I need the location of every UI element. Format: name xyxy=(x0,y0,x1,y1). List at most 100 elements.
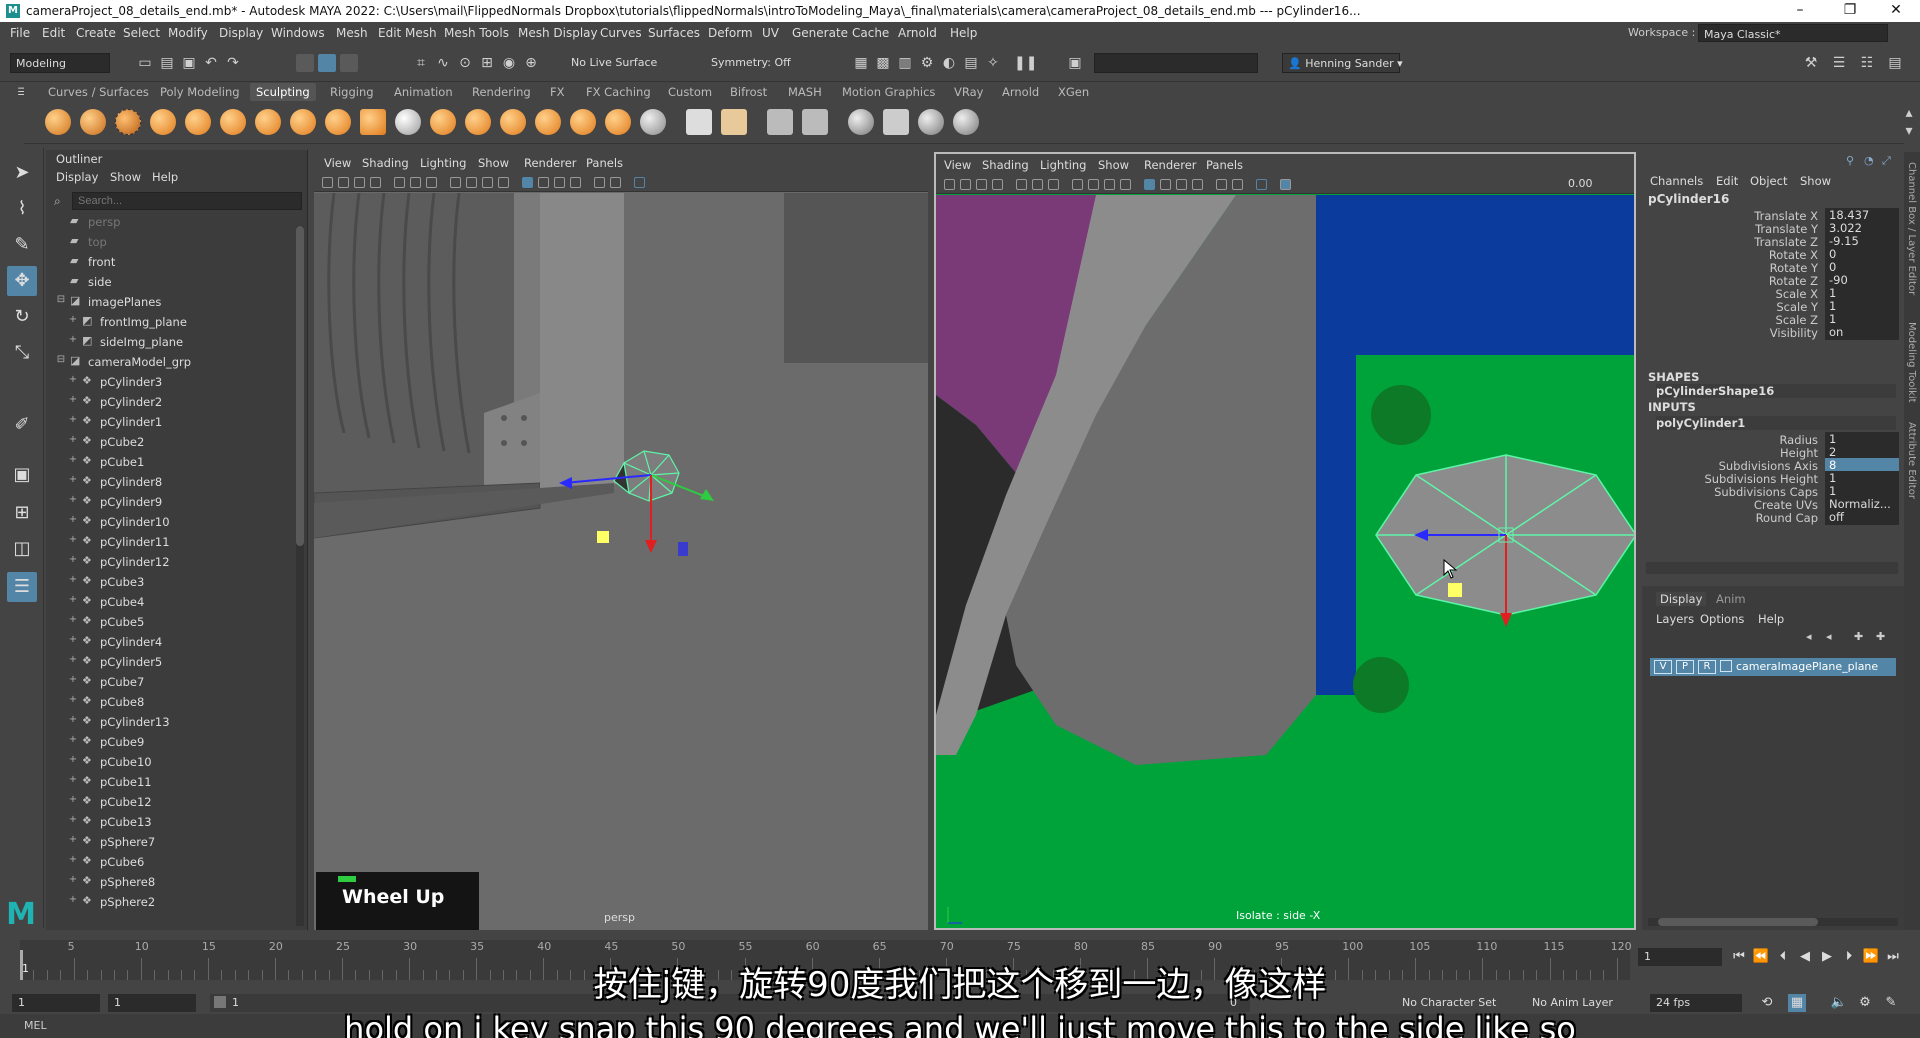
attribute-editor-icon[interactable]: ☰ xyxy=(1830,54,1848,72)
viewport-menu-renderer[interactable]: Renderer xyxy=(524,156,577,170)
menu-select[interactable]: Select xyxy=(123,26,160,40)
new-layer-selected-icon[interactable]: ✚ xyxy=(1876,630,1885,643)
outliner-item[interactable]: + ❖ pCylinder9 xyxy=(46,492,296,512)
shelf-tab-poly-modeling[interactable]: Poly Modeling xyxy=(160,85,240,99)
lasso-tool-icon[interactable]: ⌇ xyxy=(7,194,37,224)
expand-icon[interactable]: + xyxy=(68,715,78,725)
snap-view-icon[interactable]: ⊞ xyxy=(478,54,496,72)
pause-viewport-icon[interactable]: ❚❚ xyxy=(1014,54,1037,72)
use-lights-icon[interactable] xyxy=(538,177,549,188)
outliner-item[interactable]: + ❖ pCube12 xyxy=(46,792,296,812)
input-node-name[interactable]: polyCylinder1 xyxy=(1656,416,1896,430)
shelf-tab-rigging[interactable]: Rigging xyxy=(330,85,374,99)
menu-mesh[interactable]: Mesh xyxy=(336,26,368,40)
pose-editor-icon[interactable] xyxy=(883,109,909,135)
side-tab-attribute-editor[interactable]: Attribute Editor xyxy=(1906,422,1917,499)
render-settings-icon[interactable]: ⚙ xyxy=(918,54,936,72)
rotate-tool-icon[interactable]: ↻ xyxy=(7,302,37,332)
channel-attribute-row[interactable]: Round Cap off xyxy=(1642,510,1902,526)
channel-box-icon[interactable]: ▤ xyxy=(1886,54,1904,72)
outliner-item[interactable]: + ❖ pCylinder5 xyxy=(46,652,296,672)
outliner-item[interactable]: + ❖ pSphere2 xyxy=(46,892,296,912)
expand-icon[interactable]: + xyxy=(68,395,78,405)
resolution-gate-icon[interactable] xyxy=(426,177,437,188)
move-layer-up-icon[interactable]: ◂ xyxy=(1806,630,1812,643)
outliner-item[interactable]: ▰ persp xyxy=(46,212,296,232)
outliner-item[interactable]: + ❖ pCylinder3 xyxy=(46,372,296,392)
collapse-icon[interactable]: ⊟ xyxy=(56,295,66,305)
xray-joints-icon[interactable] xyxy=(1232,179,1243,190)
move-gizmo-plane-handle[interactable] xyxy=(1448,583,1462,597)
outliner-persp-layout-icon[interactable]: ☰ xyxy=(7,572,37,602)
shelf-tab-custom[interactable]: Custom xyxy=(668,85,712,99)
outliner-item[interactable]: + ❖ pCylinder12 xyxy=(46,552,296,572)
expand-icon[interactable]: + xyxy=(68,895,78,905)
expand-icon[interactable]: + xyxy=(68,835,78,845)
outliner-item[interactable]: ▰ side xyxy=(46,272,296,292)
create-blendshape-icon[interactable] xyxy=(767,109,793,135)
layer-menu-options[interactable]: Options xyxy=(1700,612,1744,626)
smooth-shade-icon[interactable] xyxy=(466,177,477,188)
viewport-menu-view[interactable]: View xyxy=(324,156,351,170)
camera-attributes-icon[interactable] xyxy=(338,177,349,188)
undo-icon[interactable]: ↶ xyxy=(202,54,220,72)
select-tool-icon[interactable]: ➤ xyxy=(7,158,37,188)
menu-curves[interactable]: Curves xyxy=(600,26,642,40)
move-layer-down-icon[interactable]: ◂ xyxy=(1826,630,1832,643)
menu-file[interactable]: File xyxy=(10,26,30,40)
modeling-toolkit-icon[interactable]: ⚒ xyxy=(1802,54,1820,72)
single-perspective-view-icon[interactable]: ▣ xyxy=(7,460,37,490)
film-gate-icon[interactable] xyxy=(1032,179,1043,190)
isolate-select-icon[interactable] xyxy=(1216,179,1227,190)
side-viewport[interactable]: View Shading Lighting Show Renderer Pane… xyxy=(934,152,1636,930)
shelf-tab-animation[interactable]: Animation xyxy=(394,85,453,99)
snap-center-icon[interactable]: ⊕ xyxy=(522,54,540,72)
channel-attribute-row[interactable]: Visibility on xyxy=(1642,325,1902,341)
open-scene-icon[interactable]: ▤ xyxy=(158,54,176,72)
grid-toggle-icon[interactable] xyxy=(1016,179,1027,190)
attribute-value-field[interactable]: on xyxy=(1825,325,1899,340)
expand-icon[interactable]: + xyxy=(68,315,78,325)
wireframe-icon[interactable] xyxy=(1072,179,1083,190)
sculpt-layer-icon[interactable] xyxy=(802,109,828,135)
xray-active-icon[interactable] xyxy=(634,177,645,188)
xray-icon[interactable] xyxy=(1144,179,1155,190)
shape-node-name[interactable]: pCylinderShape16 xyxy=(1656,384,1896,398)
outliner-item[interactable]: + ❖ pCube2 xyxy=(46,432,296,452)
side-tab-modeling-toolkit[interactable]: Modeling Toolkit xyxy=(1906,322,1917,403)
outliner-item[interactable]: + ❖ pSphere7 xyxy=(46,832,296,852)
layer-tab-anim[interactable]: Anim xyxy=(1716,592,1746,606)
expand-icon[interactable]: + xyxy=(68,555,78,565)
layer-color-swatch[interactable] xyxy=(1720,660,1732,672)
outliner-item[interactable]: + ❖ pCube4 xyxy=(46,592,296,612)
resolution-gate-icon[interactable] xyxy=(1048,179,1059,190)
channel-lock-icon[interactable]: ◔ xyxy=(1864,154,1874,167)
outliner-item[interactable]: ⊟ ◪ imagePlanes xyxy=(46,292,296,312)
expand-icon[interactable]: + xyxy=(68,475,78,485)
outliner-item[interactable]: + ❖ pCube9 xyxy=(46,732,296,752)
outliner-item[interactable]: + ❖ pCylinder11 xyxy=(46,532,296,552)
imprint-tool-icon[interactable] xyxy=(360,109,386,135)
expand-icon[interactable]: + xyxy=(68,455,78,465)
layer-menu-layers[interactable]: Layers xyxy=(1656,612,1694,626)
last-used-tool-icon[interactable]: ✐ xyxy=(7,410,37,440)
attribute-name[interactable]: Visibility xyxy=(1770,326,1818,340)
expand-icon[interactable]: + xyxy=(68,435,78,445)
select-component-icon[interactable] xyxy=(340,54,358,72)
menu-cache[interactable]: Cache xyxy=(852,26,889,40)
shelf-tab-fx[interactable]: FX xyxy=(550,85,565,99)
shape-editor-icon[interactable] xyxy=(848,109,874,135)
side-tab-channel-box[interactable]: Channel Box / Layer Editor xyxy=(1906,162,1917,295)
exposure-value[interactable]: 0.00 xyxy=(1568,177,1593,190)
attribute-name[interactable]: Round Cap xyxy=(1756,511,1818,525)
expand-icon[interactable]: + xyxy=(68,815,78,825)
outliner-item[interactable]: ⊟ ◪ cameraModel_grp xyxy=(46,352,296,372)
repeat-tool-icon[interactable] xyxy=(325,109,351,135)
menu-surfaces[interactable]: Surfaces xyxy=(648,26,700,40)
render-setup-icon[interactable]: ▤ xyxy=(962,54,980,72)
spray-tool-icon[interactable] xyxy=(290,109,316,135)
expand-icon[interactable]: + xyxy=(68,635,78,645)
select-hierarchy-icon[interactable] xyxy=(296,54,314,72)
textured-icon[interactable] xyxy=(1120,179,1131,190)
knife-tool-icon[interactable] xyxy=(500,109,526,135)
